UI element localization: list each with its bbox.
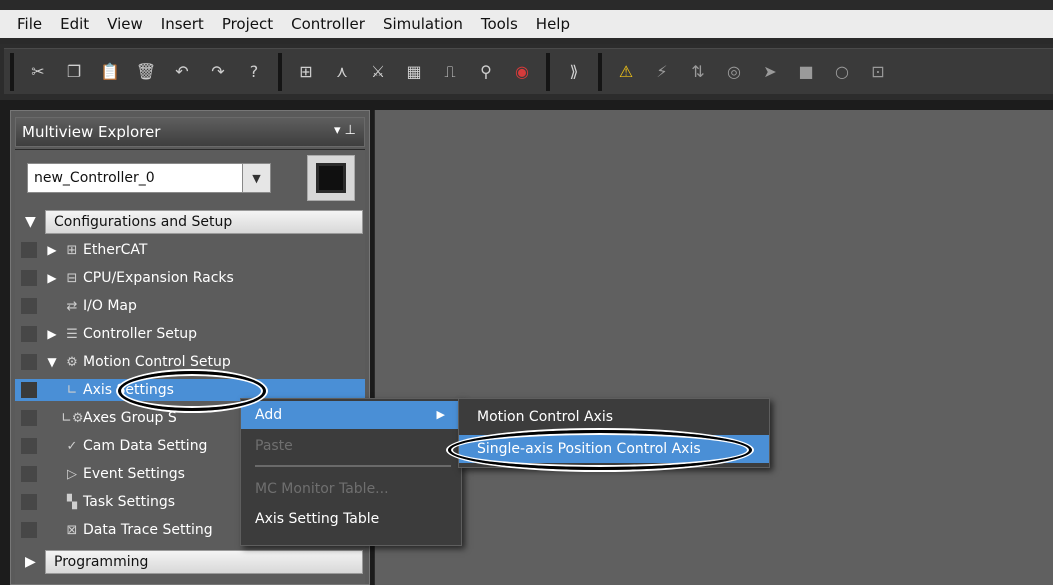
- menu-file[interactable]: File: [8, 15, 51, 33]
- pin-icon[interactable]: ▾ ⊥: [334, 123, 356, 138]
- section-programming[interactable]: ▶ Programming: [25, 549, 363, 575]
- panel-header: Multiview Explorer ▾ ⊥: [15, 117, 365, 147]
- menu-item-motion-control-axis[interactable]: Motion Control Axis: [459, 403, 769, 431]
- menu-project[interactable]: Project: [213, 15, 282, 33]
- ethercat-icon: ⊞: [66, 242, 78, 258]
- toolbar-separator: [10, 52, 14, 91]
- menu-controller[interactable]: Controller: [282, 15, 374, 33]
- menu-item-single-axis-position-control[interactable]: Single-axis Position Control Axis: [459, 435, 769, 463]
- online-icon[interactable]: ⟫: [558, 56, 590, 88]
- expand-icon[interactable]: ▶: [43, 271, 61, 285]
- menu-bar: File Edit View Insert Project Controller…: [0, 0, 1053, 44]
- menu-item-paste: Paste: [255, 438, 293, 454]
- tree-item-io-map[interactable]: ⇄ I/O Map: [21, 295, 361, 317]
- chevron-down-icon[interactable]: ▼: [242, 164, 270, 192]
- tree-item-controller-setup[interactable]: ▶ ☰ Controller Setup: [21, 323, 361, 345]
- gear-icon: ⚙: [66, 354, 78, 370]
- stop-icon[interactable]: ■: [790, 56, 822, 88]
- check-icon[interactable]: ◉: [506, 56, 538, 88]
- watch-icon[interactable]: ◎: [718, 56, 750, 88]
- cam-icon: ✓: [66, 438, 78, 454]
- transfer-icon[interactable]: ⇅: [682, 56, 714, 88]
- setup-icon: ☰: [66, 326, 78, 342]
- trace-icon: ⊠: [66, 522, 78, 538]
- menu-item-add[interactable]: Add ▶: [241, 401, 461, 429]
- toolbar-separator: [546, 52, 550, 91]
- refresh-icon[interactable]: ○: [826, 56, 858, 88]
- section-label: Programming: [45, 550, 363, 574]
- tree-item-ethercat[interactable]: ▶ ⊞ EtherCAT: [21, 239, 361, 261]
- section-configurations[interactable]: ▼ Configurations and Setup: [25, 209, 363, 235]
- toolbar: ✂ ❐ 📋 🗑 ↶ ↷ ? ⊞ ⋏ ⚔ ▦ ⎍ ⚲ ◉ ⟫ ⚠ ⚡ ⇅ ◎ ➤ …: [0, 44, 1053, 100]
- context-menu: Add ▶ Paste MC Monitor Table... Axis Set…: [240, 398, 462, 546]
- panel-title: Multiview Explorer: [22, 123, 161, 141]
- cut-icon[interactable]: ✂: [22, 56, 54, 88]
- reset-icon[interactable]: ⚡: [646, 56, 678, 88]
- controller-select[interactable]: new_Controller_0 ▼: [27, 163, 271, 193]
- menu-view[interactable]: View: [98, 15, 152, 33]
- rack-icon: ⊟: [66, 270, 78, 286]
- expand-icon[interactable]: ▶: [43, 243, 61, 257]
- rebuild-icon[interactable]: ⊞: [290, 56, 322, 88]
- tree-item-motion-control-setup[interactable]: ▼ ⚙ Motion Control Setup: [21, 351, 361, 373]
- add-submenu: Motion Control Axis Single-axis Position…: [458, 398, 770, 468]
- copy-icon[interactable]: ❐: [58, 56, 90, 88]
- redo-icon[interactable]: ↷: [202, 56, 234, 88]
- controller-select-value: new_Controller_0: [34, 170, 155, 186]
- timing-chart-icon[interactable]: ⎍: [434, 56, 466, 88]
- menu-help[interactable]: Help: [527, 15, 579, 33]
- cross-reference-icon[interactable]: ⚔: [362, 56, 394, 88]
- menu-tools[interactable]: Tools: [472, 15, 527, 33]
- branch-icon: ∟: [66, 382, 78, 398]
- event-icon: ▷: [67, 466, 77, 482]
- find-icon[interactable]: ⚲: [470, 56, 502, 88]
- io-icon[interactable]: ⊡: [862, 56, 894, 88]
- menu-insert[interactable]: Insert: [152, 15, 213, 33]
- tree-item-cpu-racks[interactable]: ▶ ⊟ CPU/Expansion Racks: [21, 267, 361, 289]
- paste-icon[interactable]: 📋: [94, 56, 126, 88]
- expand-icon[interactable]: ▶: [25, 554, 45, 570]
- menu-separator: [255, 465, 451, 467]
- menu-simulation[interactable]: Simulation: [374, 15, 472, 33]
- expand-icon[interactable]: ▶: [43, 327, 61, 341]
- compile-icon[interactable]: ⋏: [326, 56, 358, 88]
- warning-icon[interactable]: ⚠: [610, 56, 642, 88]
- io-map-icon: ⇄: [66, 298, 78, 314]
- collapse-icon[interactable]: ▼: [43, 355, 61, 369]
- menu-item-axis-setting-table[interactable]: Axis Setting Table: [241, 505, 461, 533]
- toolbar-separator: [598, 52, 602, 91]
- editor-workspace: [374, 110, 1053, 585]
- undo-icon[interactable]: ↶: [166, 56, 198, 88]
- monitor-icon[interactable]: ➤: [754, 56, 786, 88]
- controller-icon: [307, 155, 355, 201]
- menu-item-mc-monitor: MC Monitor Table...: [255, 481, 389, 497]
- submenu-arrow-icon: ▶: [436, 408, 445, 421]
- delete-icon[interactable]: 🗑: [130, 56, 162, 88]
- menu-edit[interactable]: Edit: [51, 15, 98, 33]
- axes-group-icon: ∟⚙: [61, 410, 84, 426]
- section-label: Configurations and Setup: [45, 210, 363, 234]
- task-icon: ▚: [67, 494, 77, 510]
- data-trace-icon[interactable]: ▦: [398, 56, 430, 88]
- help-icon[interactable]: ?: [238, 56, 270, 88]
- toolbar-separator: [278, 52, 282, 91]
- collapse-icon[interactable]: ▼: [25, 214, 45, 230]
